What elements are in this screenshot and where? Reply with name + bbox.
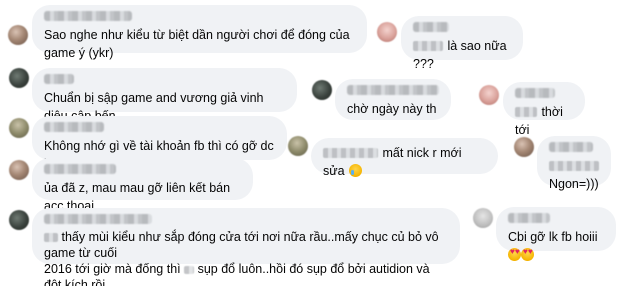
- mention-blur: [184, 265, 195, 274]
- comment-bubble: chờ ngày này th: [335, 79, 451, 120]
- commenter-name[interactable]: [549, 142, 593, 152]
- commenter-name[interactable]: [44, 164, 116, 174]
- avatar[interactable]: [377, 22, 397, 42]
- commenter-name[interactable]: [508, 213, 550, 223]
- commenter-name[interactable]: [44, 74, 74, 84]
- commenter-name[interactable]: [347, 85, 439, 95]
- comment-bubble: Sao nghe như kiểu từ biệt dần người chơi…: [32, 5, 367, 60]
- commenter-name[interactable]: [44, 122, 104, 132]
- smiling-face-with-hearts-emoji: [521, 247, 534, 261]
- mention-blur: [323, 147, 378, 158]
- comment-bubble: Cbi gỡ lk fb hoiii: [496, 207, 616, 261]
- avatar[interactable]: [9, 210, 29, 230]
- commenter-name[interactable]: [44, 11, 132, 21]
- avatar[interactable]: [288, 136, 308, 156]
- avatar[interactable]: [9, 118, 29, 138]
- comment-bubble: là sao nữa ???: [401, 16, 523, 71]
- comment-text: thấy mùi kiểu như sắp đóng cửa tới nơi n…: [44, 230, 443, 260]
- comment-bubble: Chuẩn bị sập game and vương giả vinh diệ…: [32, 68, 297, 123]
- commenter-name[interactable]: [515, 88, 555, 98]
- avatar[interactable]: [9, 160, 29, 180]
- comment-bubble: thấy mùi kiểu như sắp đóng cửa tới nơi n…: [32, 208, 460, 286]
- avatar[interactable]: [473, 208, 493, 228]
- avatar[interactable]: [479, 85, 499, 105]
- avatar[interactable]: [312, 80, 332, 100]
- mention-blur: [549, 160, 599, 171]
- mention-blur: [44, 233, 58, 243]
- comment-text: 2016 tới giờ mà đống thì sụp đổ luôn..hồ…: [44, 262, 434, 286]
- comment-bubble: mất nick r mới sửa: [311, 138, 498, 178]
- crying-face-emoji: [349, 164, 363, 177]
- comment-text: Sao nghe như kiểu từ biệt dần người chơi…: [44, 28, 354, 60]
- avatar[interactable]: [9, 68, 29, 88]
- comment-bubble: thời tới: [503, 82, 585, 137]
- comment-text: chờ ngày này th: [347, 102, 437, 116]
- comment-bubble: Ngon=))): [537, 136, 611, 191]
- avatar[interactable]: [8, 25, 28, 45]
- comment-text: Cbi gỡ lk fb hoiii: [508, 230, 598, 244]
- mention-blur: [515, 106, 537, 117]
- commenter-name[interactable]: [413, 22, 449, 32]
- comment-bubble: Không nhớ gì về tài khoản fb thì có gỡ d…: [32, 116, 287, 171]
- comment-bubble: ủa đã z, mau mau gỡ liên kết bán acc tho…: [32, 158, 253, 213]
- comment-text: Ngon=))): [549, 177, 599, 191]
- commenter-name[interactable]: [44, 214, 152, 224]
- avatar[interactable]: [514, 137, 534, 157]
- mention-blur: [413, 40, 443, 51]
- heart-eyes-emoji: [508, 247, 521, 261]
